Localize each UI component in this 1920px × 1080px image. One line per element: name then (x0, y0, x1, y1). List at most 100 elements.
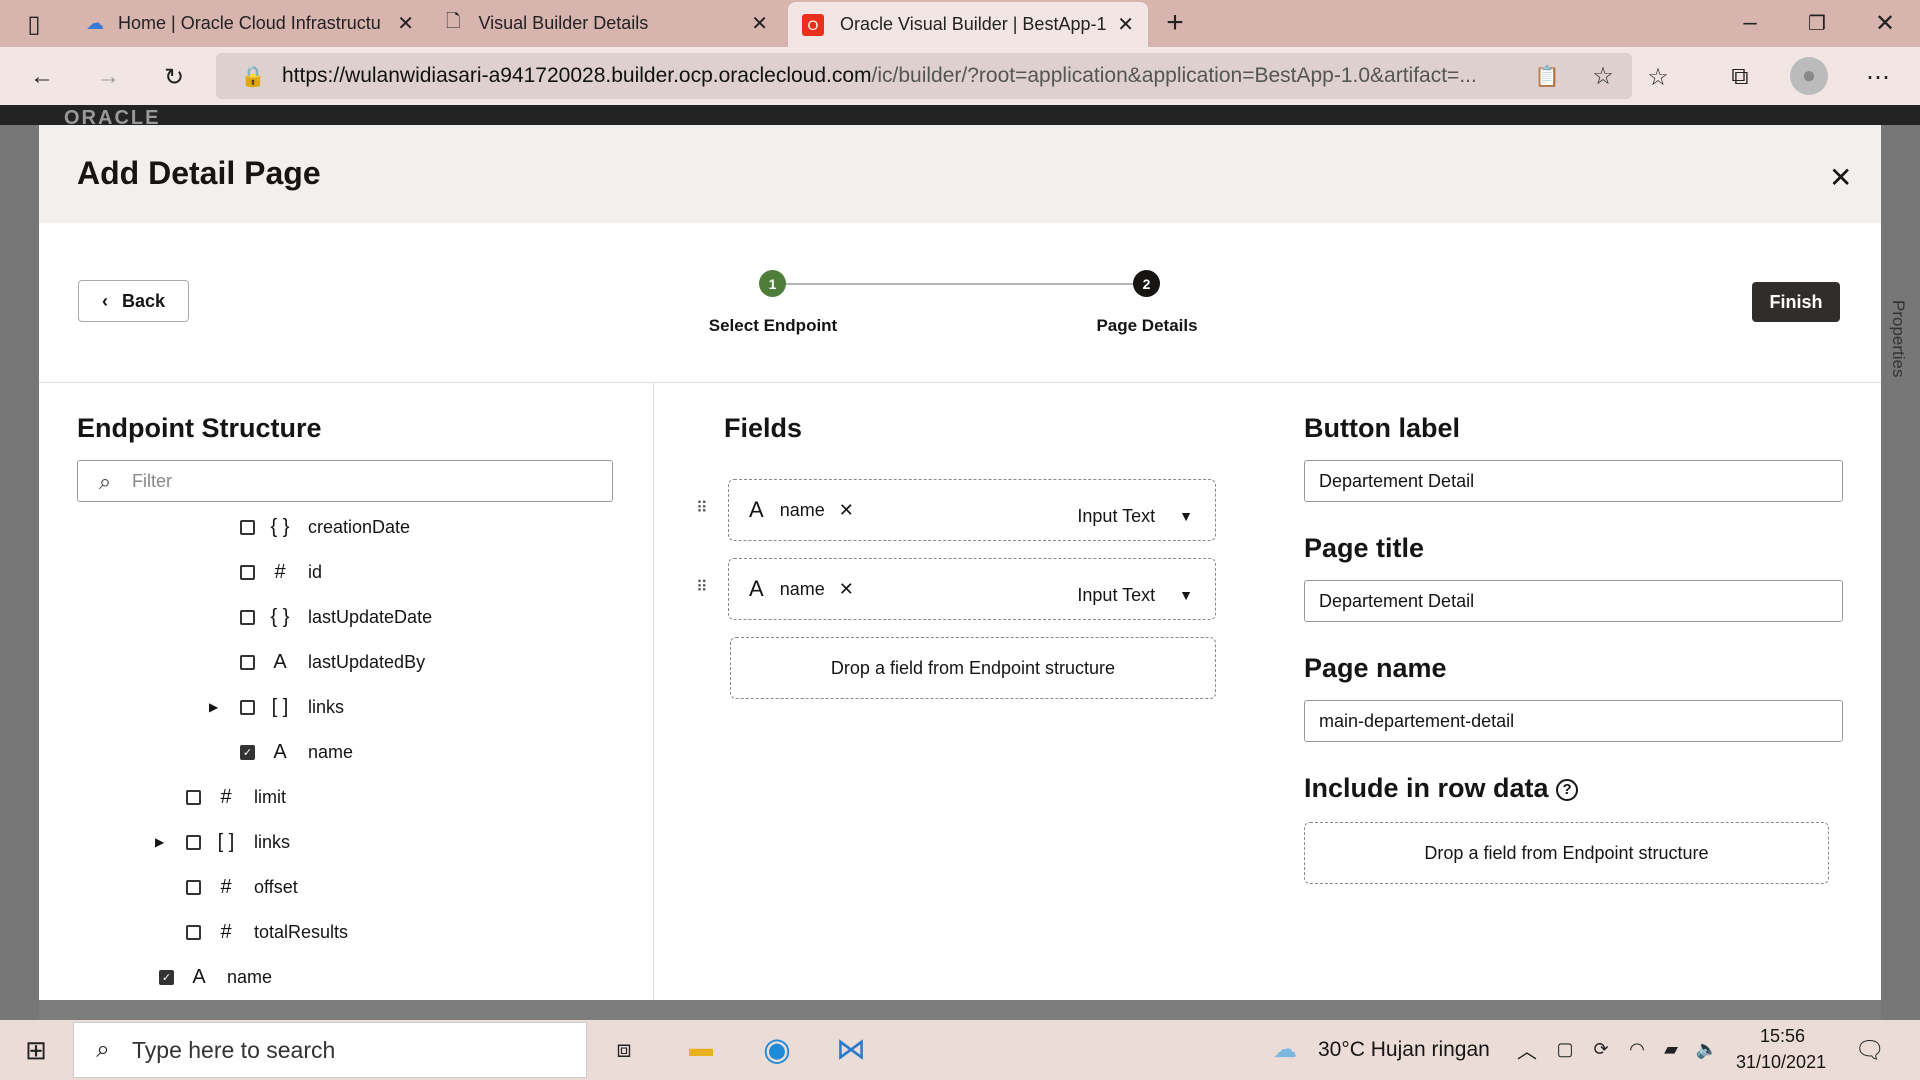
tree-item[interactable]: # totalResults (186, 912, 348, 952)
tree-item[interactable]: { } lastUpdateDate (240, 597, 432, 637)
field-card[interactable]: Aname ✕ Input Text ▼ (728, 479, 1216, 541)
tree-item-label: links (308, 696, 345, 717)
chevron-up-icon[interactable]: ︿ (1512, 1034, 1542, 1064)
expand-icon[interactable]: ▶ (155, 835, 164, 849)
tree-item[interactable]: { } creationDate (240, 507, 410, 547)
properties-tab[interactable]: Properties (1888, 300, 1908, 377)
favorites-icon[interactable]: ☆ (1640, 59, 1676, 95)
weather-text[interactable]: 30°C Hujan ringan (1318, 1038, 1490, 1062)
weather-icon[interactable]: ☁ (1270, 1034, 1300, 1064)
fields-drop-zone[interactable]: Drop a field from Endpoint structure (730, 637, 1216, 699)
wifi-icon[interactable]: ◠ (1622, 1034, 1652, 1064)
volume-icon[interactable]: 🔈 (1692, 1034, 1722, 1064)
restore-icon[interactable]: ❐ (1802, 8, 1832, 38)
checkbox[interactable] (186, 834, 201, 850)
tree-item[interactable]: AlastUpdatedBy (240, 642, 425, 682)
windows-start-icon[interactable]: ⊞ (20, 1034, 52, 1066)
refresh-icon[interactable]: ↻ (156, 59, 192, 95)
checkbox[interactable] (240, 699, 255, 715)
checkbox[interactable] (186, 879, 201, 895)
checkbox[interactable] (240, 519, 255, 535)
page-title-input[interactable]: Departement Detail (1304, 580, 1843, 622)
tree-item[interactable]: # id (240, 552, 322, 592)
tree-item[interactable]: ✓ Aname (240, 732, 353, 772)
expand-icon[interactable]: ▶ (209, 700, 218, 714)
type-icon: # (220, 785, 232, 808)
clock-date[interactable]: 31/10/2021 (1736, 1052, 1826, 1073)
text-type-icon: A (749, 497, 764, 522)
taskbar-search-input[interactable]: ⌕ Type here to search (73, 1022, 587, 1078)
edge-icon[interactable]: ◉ (758, 1030, 796, 1068)
forward-icon[interactable]: → (90, 59, 126, 95)
finish-button[interactable]: Finish (1752, 282, 1840, 322)
field-type-select[interactable]: Input Text (1077, 506, 1155, 527)
tree-item[interactable]: # offset (186, 867, 298, 907)
url-host: https://wulanwidiasari-a941720028.builde… (282, 64, 872, 87)
checkbox[interactable] (186, 789, 201, 805)
meet-icon[interactable]: ▢ (1550, 1034, 1580, 1064)
profile-avatar-icon[interactable]: ● (1790, 57, 1828, 95)
checkbox[interactable] (240, 609, 255, 625)
tree-item-label: name (227, 966, 273, 987)
step-1-indicator[interactable]: 1 (759, 270, 786, 297)
filter-input[interactable]: ⌕ Filter (77, 460, 613, 502)
new-tab-icon[interactable]: + (1160, 6, 1190, 39)
drag-handle-icon[interactable]: ⠿ (696, 577, 708, 597)
checkbox[interactable] (240, 654, 255, 670)
sync-icon[interactable]: ⟳ (1586, 1034, 1616, 1064)
close-tab-icon[interactable]: ✕ (751, 11, 768, 36)
clipboard-icon[interactable]: 📋 (1532, 61, 1562, 91)
collections-icon[interactable]: ⧉ (1722, 59, 1758, 95)
help-icon[interactable]: ? (1556, 778, 1579, 801)
lock-icon[interactable]: 🔒 (238, 61, 268, 91)
step-2-indicator[interactable]: 2 (1133, 270, 1160, 297)
file-explorer-icon[interactable]: ▬ (684, 1032, 718, 1066)
battery-icon[interactable]: ▰ (1656, 1034, 1686, 1064)
checkbox[interactable] (240, 564, 255, 580)
text-type-icon: A (749, 576, 764, 601)
tree-item[interactable]: ✓ Aname (159, 957, 272, 997)
close-window-icon[interactable]: ✕ (1870, 8, 1900, 38)
checkbox[interactable]: ✓ (159, 969, 174, 985)
back-button[interactable]: ‹ Back (78, 280, 189, 322)
vscode-icon[interactable]: ⋈ (834, 1032, 868, 1066)
step-2-label: Page Details (1096, 316, 1198, 335)
add-favorite-icon[interactable]: ☆ (1588, 61, 1618, 91)
back-icon[interactable]: ← (24, 59, 60, 95)
notifications-icon[interactable]: 🗨 (1854, 1034, 1886, 1066)
remove-field-icon[interactable]: ✕ (839, 579, 854, 600)
more-icon[interactable]: ⋯ (1860, 59, 1896, 95)
row-data-drop-zone[interactable]: Drop a field from Endpoint structure (1304, 822, 1829, 884)
close-tab-icon[interactable]: ✕ (1117, 12, 1134, 37)
url-input[interactable]: 🔒 https://wulanwidiasari-a941720028.buil… (216, 53, 1632, 99)
field-type-select[interactable]: Input Text (1077, 585, 1155, 606)
cloud-icon: ☁ (86, 13, 104, 33)
caret-down-icon[interactable]: ▼ (1179, 587, 1193, 603)
page-name-input[interactable]: main-departement-detail (1304, 700, 1843, 742)
remove-field-icon[interactable]: ✕ (839, 500, 854, 521)
minimize-icon[interactable]: – (1735, 8, 1765, 38)
clock-time[interactable]: 15:56 (1760, 1026, 1805, 1047)
divider (653, 383, 654, 1000)
tree-item[interactable]: [ ] links (186, 822, 290, 862)
tree-item-label: links (254, 831, 291, 852)
button-label-input[interactable]: Departement Detail (1304, 460, 1843, 502)
page-name-heading: Page name (1304, 653, 1447, 683)
field-card[interactable]: Aname ✕ Input Text ▼ (728, 558, 1216, 620)
tree-item[interactable]: [ ] links (240, 687, 344, 727)
close-tab-icon[interactable]: ✕ (397, 11, 414, 36)
tab-oracle-visual-builder[interactable]: O Oracle Visual Builder | BestApp-1 ✕ (788, 2, 1148, 47)
tab-visual-builder-details[interactable]: 🗋 Visual Builder Details ✕ (432, 0, 782, 47)
caret-down-icon[interactable]: ▼ (1179, 508, 1193, 524)
tab-title: Visual Builder Details (478, 13, 649, 33)
checkbox[interactable] (186, 924, 201, 940)
tab-home[interactable]: ☁ Home | Oracle Cloud Infrastructu ✕ (72, 0, 428, 47)
checkbox[interactable]: ✓ (240, 744, 255, 760)
tree-item-label: limit (254, 786, 286, 807)
task-view-icon[interactable]: ⧈ (608, 1034, 640, 1066)
drag-handle-icon[interactable]: ⠿ (696, 498, 708, 518)
tab-actions-icon[interactable]: ▯ (20, 10, 48, 38)
close-icon[interactable]: ✕ (1829, 161, 1852, 194)
search-icon: ⌕ (98, 469, 112, 494)
tree-item[interactable]: # limit (186, 777, 286, 817)
